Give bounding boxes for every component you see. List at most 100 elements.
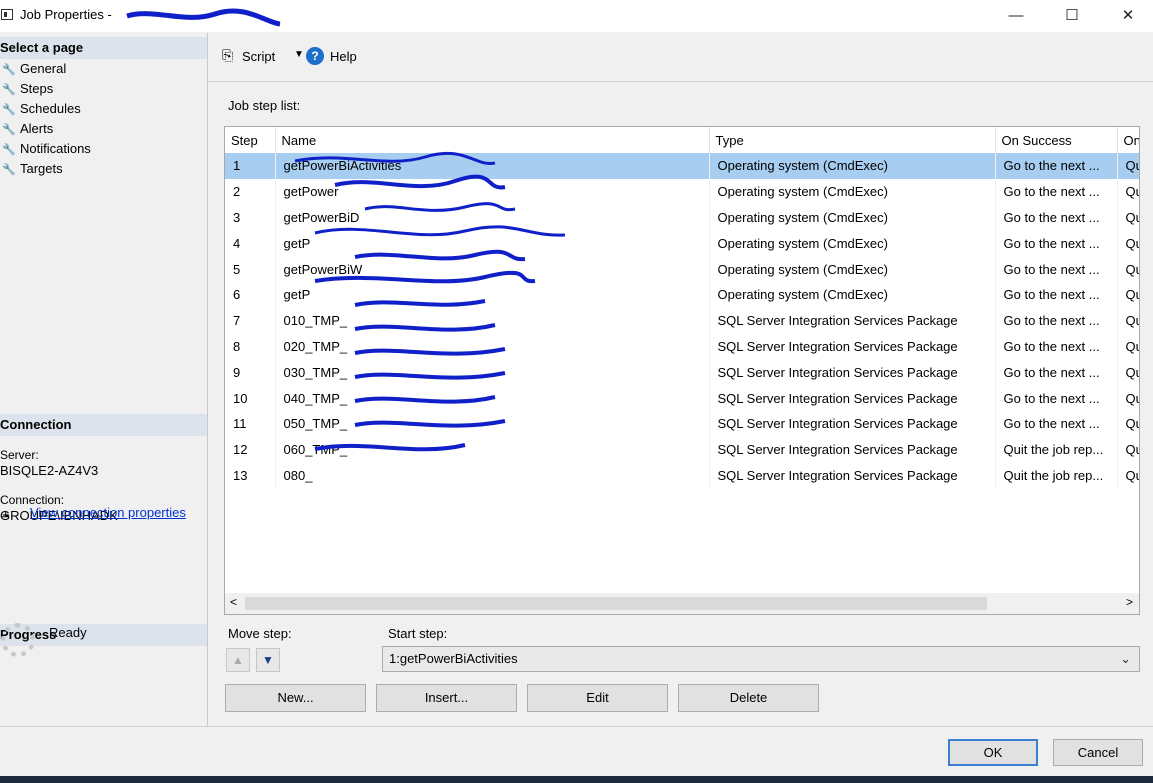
help-icon[interactable]: ? [306,47,324,65]
server-value: BISQLE2-AZ4V3 [0,463,99,478]
redaction-scribbles [294,151,566,452]
ok-button[interactable]: OK [948,739,1038,766]
scroll-right-icon[interactable]: > [1126,595,1133,609]
wrench-icon: 🔧 [2,124,16,136]
cell-on-success: Go to the next ... [995,204,1118,231]
start-step-label: Start step: [388,626,448,641]
cell-on-failure: Qu [1117,281,1139,308]
nav-item-notifications[interactable]: 🔧 Notifications [2,139,91,159]
script-button[interactable]: Script [242,49,275,64]
cell-type: SQL Server Integration Services Package [709,462,996,489]
insert-button[interactable]: Insert... [376,684,517,712]
column-header-name[interactable]: Name [275,127,710,153]
cell-on-success: Quit the job rep... [995,462,1118,489]
column-header-on-success[interactable]: On Success [995,127,1118,153]
cell-on-failure: Qu [1117,359,1139,386]
column-header-on-failure[interactable]: On [1117,127,1139,153]
nav-item-targets[interactable]: 🔧 Targets [2,159,63,179]
cell-type: Operating system (CmdExec) [709,281,996,308]
nav-item-label: Notifications [20,141,91,156]
help-button[interactable]: Help [330,49,357,64]
column-header-type[interactable]: Type [709,127,996,153]
nav-item-steps[interactable]: 🔧 Steps [2,79,53,99]
start-step-select[interactable]: 1:getPowerBiActivities ⌄ [382,646,1140,672]
title-bar: Job Properties - — ☐ ✕ [0,0,1153,32]
cell-on-success: Go to the next ... [995,230,1118,257]
cell-type: SQL Server Integration Services Package [709,307,996,334]
maximize-button[interactable]: ☐ [1049,0,1095,32]
chevron-down-icon: ⌄ [1120,651,1131,666]
horizontal-scrollbar[interactable]: < > [225,593,1139,614]
scrollbar-thumb[interactable] [245,597,987,610]
cell-on-success: Go to the next ... [995,281,1118,308]
move-down-button[interactable]: ▼ [256,648,280,672]
left-pane: Select a page 🔧 General 🔧 Steps 🔧 Schedules… [0,33,208,726]
cell-on-success: Quit the job rep... [995,436,1118,463]
window-title: Job Properties - [20,7,112,22]
wrench-icon: 🔧 [2,164,16,176]
delete-button[interactable]: Delete [678,684,819,712]
cell-on-success: Go to the next ... [995,385,1118,411]
script-icon[interactable]: ⎘ [222,47,233,64]
scroll-left-icon[interactable]: < [230,595,237,609]
cell-step: 2 [225,178,276,205]
cell-type: Operating system (CmdExec) [709,256,996,282]
footer-divider [0,726,1153,727]
window-app-icon [1,9,13,20]
cell-step: 5 [225,256,276,282]
cell-on-success: Go to the next ... [995,410,1118,437]
nav-item-label: General [20,61,67,76]
cell-on-failure: Qu [1117,462,1139,489]
edit-button[interactable]: Edit [527,684,668,712]
view-connection-properties-link[interactable]: View connection properties [30,505,186,520]
cell-type: SQL Server Integration Services Package [709,333,996,360]
progress-status: Ready [49,625,87,640]
cell-step: 8 [225,333,276,360]
cell-on-success: Go to the next ... [995,256,1118,282]
cell-on-success: Go to the next ... [995,307,1118,334]
cell-type: SQL Server Integration Services Package [709,359,996,386]
nav-item-label: Alerts [20,121,54,136]
cell-on-failure: Qu [1117,333,1139,360]
cell-on-success: Go to the next ... [995,333,1118,360]
cell-on-failure: Qu [1117,153,1139,179]
cell-type: SQL Server Integration Services Package [709,385,996,411]
job-step-grid[interactable]: Step Name Type On Success On 1 getPowerBi… [224,126,1140,615]
cell-step: 10 [225,385,276,411]
cell-on-success: Go to the next ... [995,359,1118,386]
cell-on-failure: Qu [1117,307,1139,334]
cell-step: 9 [225,359,276,386]
cell-name: 080_ [275,462,710,489]
column-header-step[interactable]: Step [225,127,276,153]
redaction-scribble [126,8,281,27]
minimize-button[interactable]: — [993,0,1039,32]
wrench-icon: 🔧 [2,104,16,116]
nav-item-alerts[interactable]: 🔧 Alerts [2,119,53,139]
close-button[interactable]: ✕ [1105,0,1151,32]
cell-type: Operating system (CmdExec) [709,204,996,231]
nav-item-schedules[interactable]: 🔧 Schedules [2,99,81,119]
nav-item-general[interactable]: 🔧 General [2,59,66,79]
cancel-button[interactable]: Cancel [1053,739,1143,766]
cell-on-failure: Qu [1117,204,1139,231]
cell-step: 13 [225,462,276,489]
wrench-icon: 🔧 [2,64,16,76]
connection-properties-icon: ⫨ [2,506,9,520]
cell-on-failure: Qu [1117,385,1139,411]
cell-type: SQL Server Integration Services Package [709,436,996,463]
nav-item-label: Targets [20,161,63,176]
move-step-label: Move step: [228,626,292,641]
cell-type: Operating system (CmdExec) [709,230,996,257]
new-button[interactable]: New... [225,684,366,712]
cell-on-failure: Qu [1117,178,1139,205]
wrench-icon: 🔧 [2,84,16,96]
cell-on-success: Go to the next ... [995,153,1118,179]
cell-on-failure: Qu [1117,230,1139,257]
table-row[interactable]: 13 080_ SQL Server Integration Services Pa… [225,462,1139,489]
cell-step: 7 [225,307,276,334]
cell-on-failure: Qu [1117,410,1139,437]
cell-step: 4 [225,230,276,257]
script-dropdown-icon[interactable]: ▼ [294,49,304,60]
cell-on-failure: Qu [1117,436,1139,463]
move-up-button[interactable]: ▲ [226,648,250,672]
